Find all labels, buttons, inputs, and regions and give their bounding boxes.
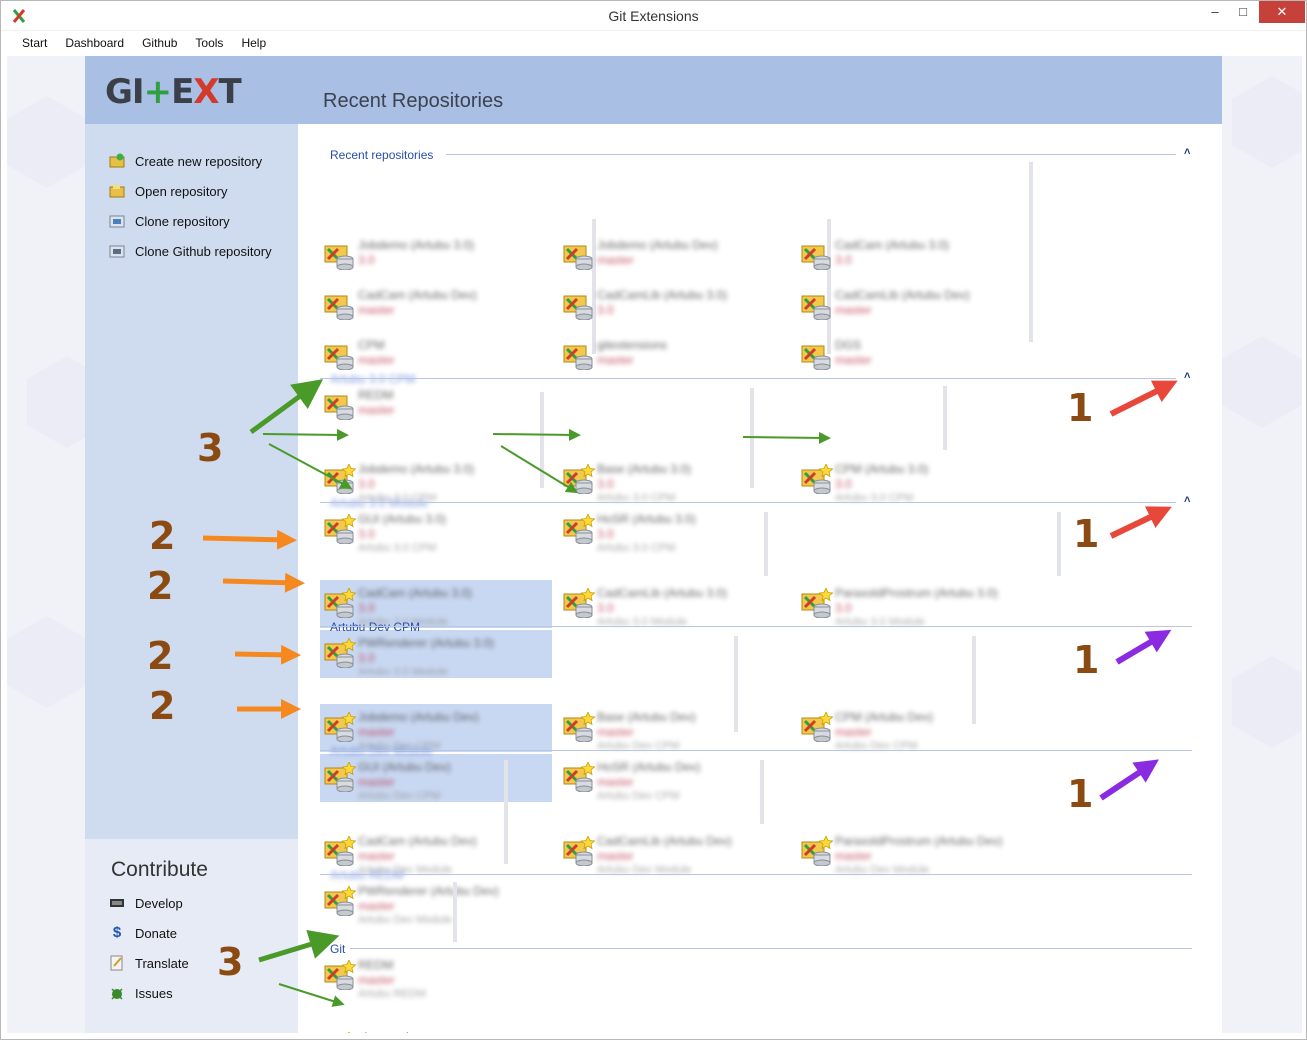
annotation-number-1: 1 — [1067, 386, 1094, 430]
annotation-number-1: 1 — [1073, 638, 1100, 682]
green-arrow — [268, 443, 353, 489]
green-arrow — [500, 445, 579, 494]
menu-start[interactable]: Start — [13, 36, 56, 50]
annotation-number-1: 1 — [1073, 512, 1100, 556]
annotation-number-1: 1 — [1067, 772, 1094, 816]
green-arrow — [492, 428, 581, 441]
dashboard: GI+EXT Create new repository Open reposi… — [7, 56, 1302, 1033]
annotation-number-2: 2 — [147, 564, 174, 608]
annotation-number-2: 2 — [149, 684, 176, 728]
purple-arrow — [1099, 759, 1159, 801]
minimize-button[interactable]: – — [1201, 1, 1229, 23]
window-title: Git Extensions — [608, 8, 699, 24]
menu-help[interactable]: Help — [232, 36, 275, 50]
green-arrow — [249, 379, 324, 435]
menu-github[interactable]: Github — [133, 36, 186, 50]
menu-bar: Start Dashboard Github Tools Help — [1, 31, 1306, 55]
title-bar: Git Extensions – □ ✕ — [1, 1, 1306, 31]
annotation-number-2: 2 — [147, 634, 174, 678]
orange-arrow — [202, 529, 297, 550]
annotation-number-2: 2 — [149, 514, 176, 558]
green-arrow — [742, 431, 831, 444]
orange-arrow — [222, 572, 305, 593]
menu-tools[interactable]: Tools — [186, 36, 232, 50]
app-window: Git Extensions – □ ✕ Start Dashboard Git… — [0, 0, 1307, 1040]
annotation-number-3: 3 — [197, 426, 224, 470]
close-button[interactable]: ✕ — [1259, 1, 1305, 23]
maximize-button[interactable]: □ — [1229, 1, 1257, 23]
menu-dashboard[interactable]: Dashboard — [56, 36, 133, 50]
green-arrow — [278, 983, 345, 1007]
green-arrow — [262, 428, 349, 441]
red-arrow — [1109, 506, 1172, 539]
purple-arrow — [1115, 629, 1172, 665]
green-arrow — [258, 929, 340, 963]
annotation-number-3: 3 — [217, 940, 244, 984]
annotation-arrows — [202, 379, 1178, 1007]
orange-arrow — [234, 644, 301, 665]
red-arrow — [1109, 380, 1178, 417]
